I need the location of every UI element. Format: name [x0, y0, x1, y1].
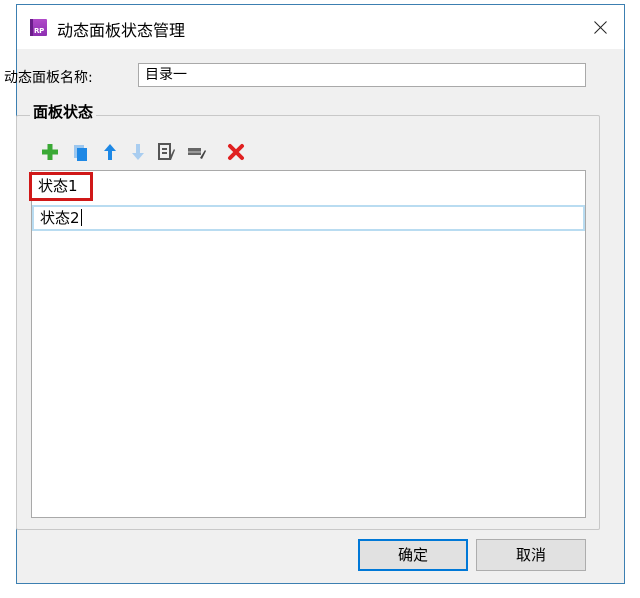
edit-state-icon[interactable]: [156, 142, 176, 162]
close-icon[interactable]: [578, 5, 624, 49]
panel-name-input[interactable]: 目录一: [138, 63, 586, 87]
axure-rp-app-icon: RP: [30, 19, 47, 36]
move-up-icon[interactable]: [100, 142, 120, 162]
dialog-title: 动态面板状态管理: [57, 21, 186, 40]
delete-icon[interactable]: [226, 142, 246, 162]
highlight-box: [29, 172, 93, 201]
move-down-icon[interactable]: [128, 142, 148, 162]
states-list[interactable]: 状态1 状态2: [29, 170, 586, 518]
cancel-button[interactable]: 取消: [476, 539, 586, 571]
add-icon[interactable]: [40, 142, 60, 162]
panel-states-title: 面板状态: [30, 101, 97, 122]
state-item[interactable]: 状态1: [32, 173, 585, 199]
panel-name-label: 动态面板名称:: [4, 70, 93, 86]
state-item-editing[interactable]: 状态2: [32, 205, 585, 231]
text-caret: [80, 209, 82, 226]
state-item-label: 状态2: [40, 209, 80, 227]
edit-all-states-icon[interactable]: [186, 142, 206, 162]
ok-button[interactable]: 确定: [358, 539, 468, 571]
duplicate-icon[interactable]: [71, 142, 91, 162]
title-bar: RP 动态面板状态管理: [17, 5, 624, 49]
